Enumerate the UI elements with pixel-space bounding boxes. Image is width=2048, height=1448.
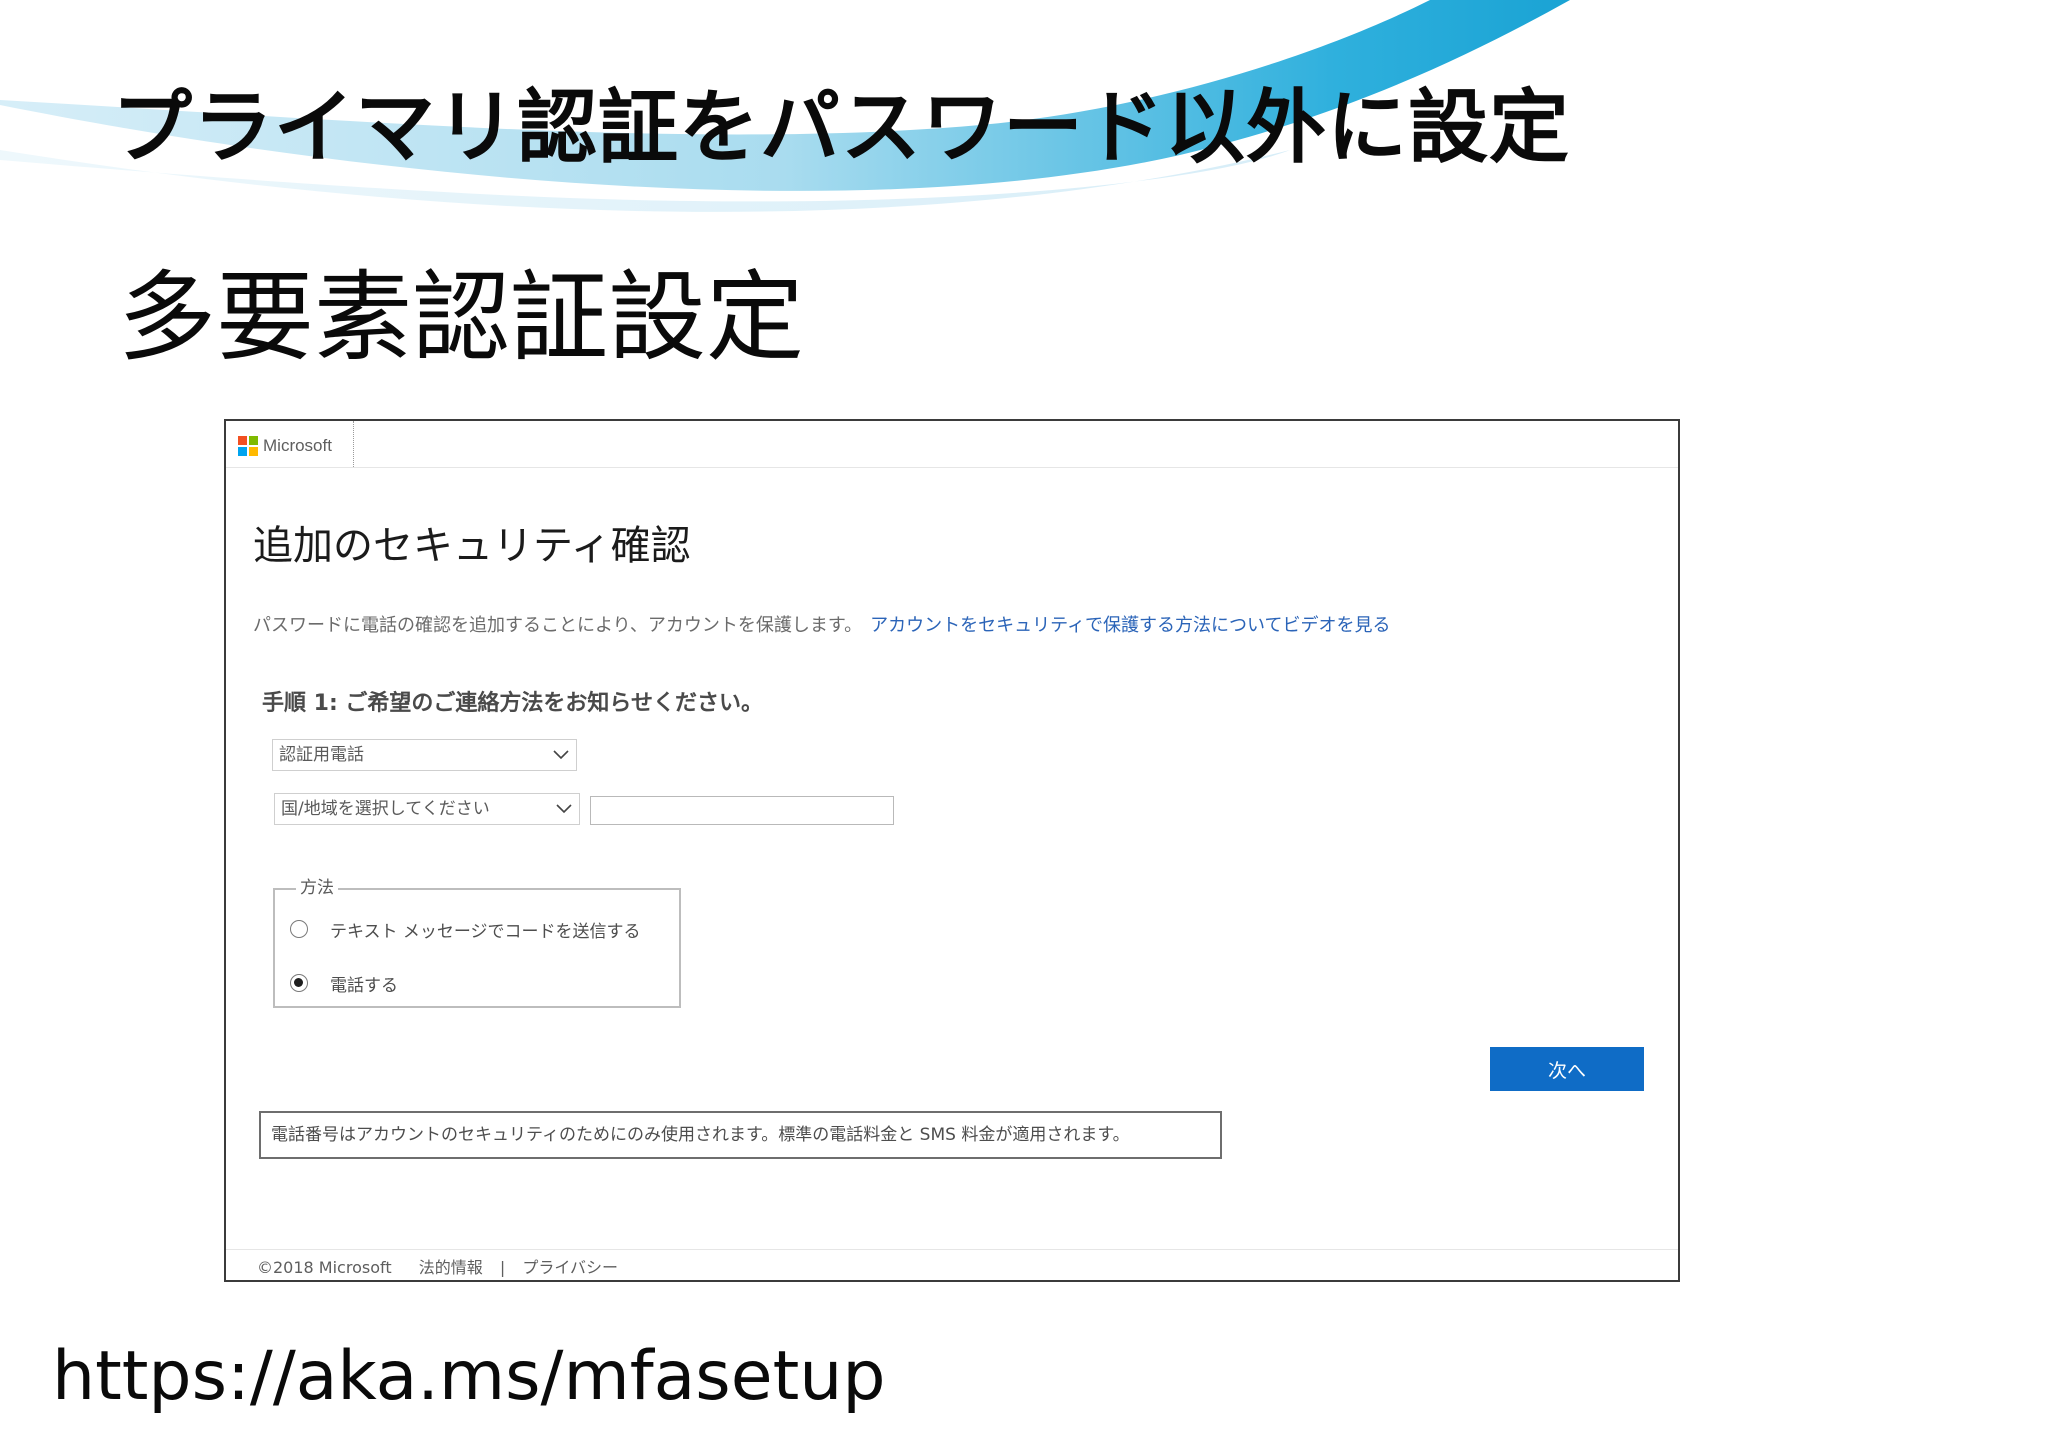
phone-usage-notice: 電話番号はアカウントのセキュリティのためにのみ使用されます。標準の電話料金と S… [259, 1111, 1222, 1159]
slide-subtitle: 多要素認証設定 [118, 261, 805, 375]
method-option-label: 電話する [330, 975, 398, 996]
footer-separator: | [499, 1258, 506, 1277]
chevron-down-icon [556, 804, 572, 814]
footer-privacy-link[interactable]: プライバシー [522, 1258, 618, 1277]
footer-copyright: ©2018 Microsoft [257, 1258, 392, 1277]
footer: ©2018 Microsoft 法的情報 | プライバシー [257, 1257, 618, 1279]
security-video-link[interactable]: アカウントをセキュリティで保護する方法についてビデオを見る [870, 615, 1390, 636]
footer-divider [226, 1249, 1678, 1250]
radio-unchecked-icon[interactable] [290, 920, 308, 938]
phone-number-input[interactable] [590, 796, 894, 825]
chevron-down-icon [553, 750, 569, 760]
contact-type-select[interactable]: 認証用電話 [272, 739, 577, 771]
radio-checked-icon[interactable] [290, 974, 308, 992]
country-select[interactable]: 国/地域を選択してください [274, 793, 580, 825]
intro-description: パスワードに電話の確認を追加することにより、アカウントを保護します。 [253, 615, 863, 636]
mfa-setup-screenshot: Microsoft 追加のセキュリティ確認 パスワードに電話の確認を追加すること… [224, 419, 1680, 1282]
contact-type-value: 認証用電話 [279, 745, 364, 765]
method-option-label: テキスト メッセージでコードを送信する [330, 921, 641, 942]
intro-text: パスワードに電話の確認を追加することにより、アカウントを保護します。 アカウントを… [253, 613, 1391, 639]
brand-name: Microsoft [263, 436, 332, 455]
next-button[interactable]: 次へ [1490, 1047, 1644, 1091]
method-option-call[interactable]: 電話する [290, 968, 398, 998]
step-heading: 手順 1: ご希望のご連絡方法をお知らせください。 [262, 691, 763, 716]
ms-header: Microsoft [226, 421, 1678, 468]
footer-legal-link[interactable]: 法的情報 [419, 1258, 483, 1277]
page-heading: 追加のセキュリティ確認 [253, 523, 691, 569]
method-legend: 方法 [296, 876, 338, 900]
setup-url[interactable]: https://aka.ms/mfasetup [52, 1332, 886, 1422]
slide-title: プライマリ認証をパスワード以外に設定 [112, 81, 1570, 174]
microsoft-logo-link[interactable]: Microsoft [226, 421, 354, 467]
microsoft-logo-icon [238, 436, 258, 456]
method-option-text[interactable]: テキスト メッセージでコードを送信する [290, 914, 641, 944]
country-value: 国/地域を選択してください [281, 799, 490, 819]
